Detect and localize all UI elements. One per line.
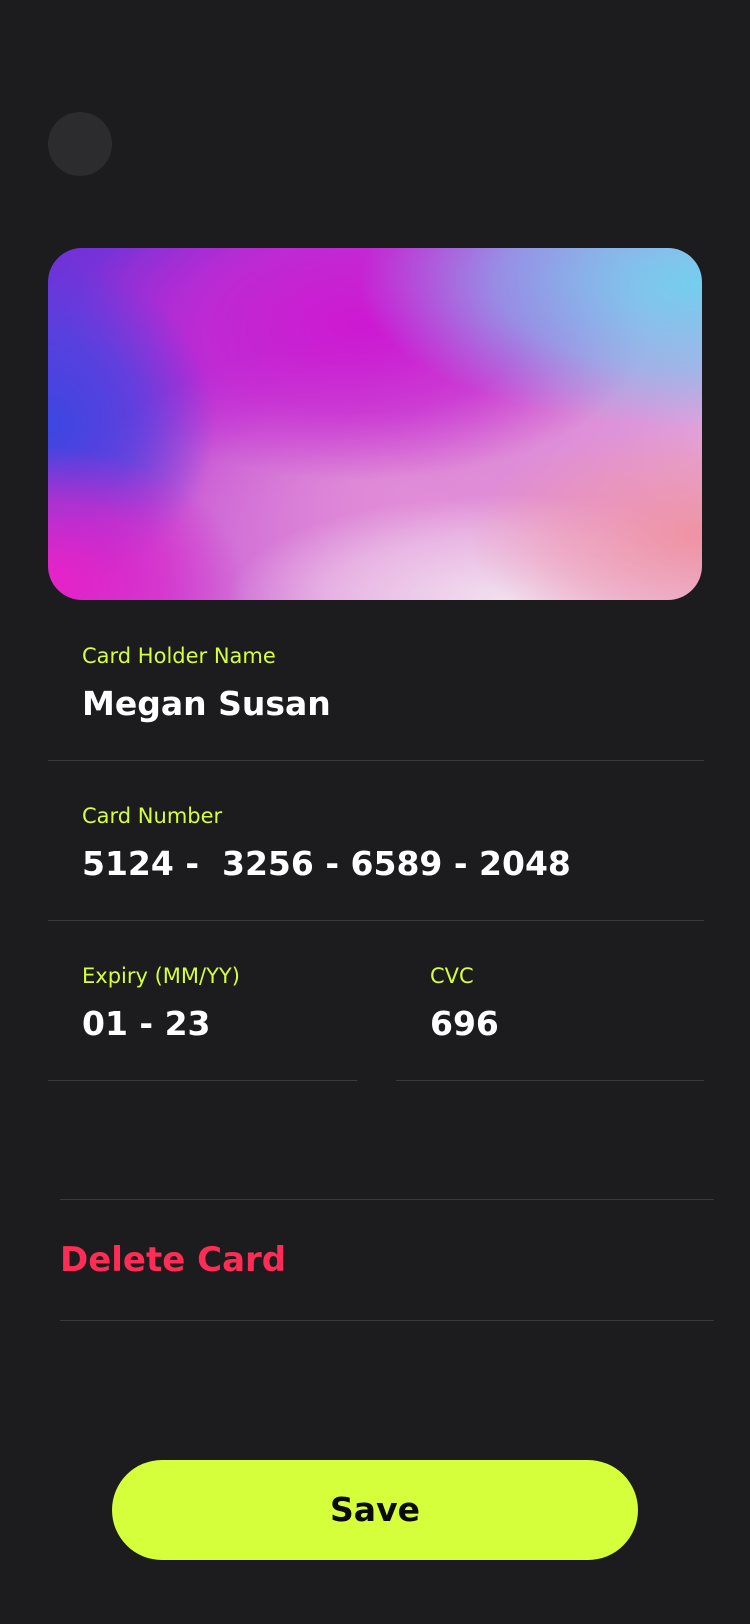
card-holder-field[interactable]: Card Holder Name Megan Susan — [48, 644, 704, 761]
divider — [48, 760, 704, 761]
back-button[interactable] — [48, 112, 112, 176]
expiry-field[interactable]: Expiry (MM/YY) 01 - 23 — [48, 964, 357, 1081]
card-holder-label: Card Holder Name — [82, 644, 276, 668]
card-number-input[interactable]: 5124 - 3256 - 6589 - 2048 — [82, 844, 571, 883]
delete-card-row[interactable]: Delete Card — [60, 1199, 714, 1321]
cvc-field[interactable]: CVC 696 — [396, 964, 704, 1081]
cvc-label: CVC — [430, 964, 474, 988]
delete-card-button[interactable]: Delete Card — [60, 1240, 286, 1280]
save-button[interactable]: Save — [112, 1460, 638, 1560]
divider — [396, 1080, 704, 1081]
card-number-label: Card Number — [82, 804, 223, 828]
card-holder-input[interactable]: Megan Susan — [82, 684, 331, 723]
divider — [48, 920, 704, 921]
card-preview — [48, 248, 702, 600]
expiry-label: Expiry (MM/YY) — [82, 964, 240, 988]
card-number-field[interactable]: Card Number 5124 - 3256 - 6589 - 2048 — [48, 804, 704, 921]
cvc-input[interactable]: 696 — [430, 1004, 499, 1043]
divider — [48, 1080, 357, 1081]
expiry-input[interactable]: 01 - 23 — [82, 1004, 211, 1043]
